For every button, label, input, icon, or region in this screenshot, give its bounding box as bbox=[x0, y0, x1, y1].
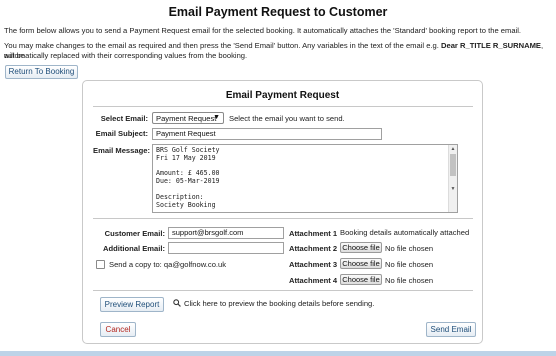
send-copy-checkbox[interactable] bbox=[96, 260, 105, 269]
additional-email-label: Additional Email: bbox=[102, 244, 165, 253]
attachment-4-label: Attachment 4 bbox=[289, 276, 338, 285]
attachment-3-label: Attachment 3 bbox=[289, 260, 338, 269]
panel-divider-middle bbox=[93, 218, 473, 219]
email-message-field[interactable]: BRS Golf Society Fri 17 May 2019 Amount:… bbox=[152, 144, 458, 213]
send-copy-label: Send a copy to: qa@golfnow.co.uk bbox=[109, 260, 227, 269]
scroll-down-icon[interactable]: ▼ bbox=[449, 185, 457, 193]
magnifier-icon bbox=[173, 299, 181, 309]
chevron-down-icon: ▼ bbox=[213, 114, 220, 121]
attachment-1-label: Attachment 1 bbox=[289, 229, 338, 238]
attachment-1-text: Booking details automatically attached bbox=[340, 228, 470, 237]
page-title: Email Payment Request to Customer bbox=[168, 5, 388, 19]
panel-divider-top bbox=[93, 106, 473, 107]
send-email-button[interactable]: Send Email bbox=[426, 322, 476, 337]
customer-email-field[interactable]: support@brsgolf.com bbox=[168, 227, 284, 239]
preview-hint: Click here to preview the booking detail… bbox=[184, 299, 375, 308]
customer-email-label: Customer Email: bbox=[104, 229, 165, 238]
return-to-booking-button[interactable]: Return To Booking bbox=[5, 65, 78, 79]
page-bottom-border bbox=[0, 351, 556, 356]
panel-title: Email Payment Request bbox=[225, 90, 340, 101]
intro-text-2a: You may make changes to the email as req… bbox=[4, 41, 441, 50]
attachment-3-choose-file-button[interactable]: Choose file bbox=[340, 258, 382, 269]
preview-report-button[interactable]: Preview Report bbox=[100, 297, 164, 312]
scrollbar-thumb[interactable] bbox=[450, 154, 456, 176]
panel-divider-lower bbox=[93, 290, 473, 291]
attachment-4-status: No file chosen bbox=[385, 276, 434, 285]
cancel-button[interactable]: Cancel bbox=[100, 322, 136, 337]
email-subject-field[interactable]: Payment Request bbox=[152, 128, 382, 140]
scroll-up-icon[interactable]: ▲ bbox=[449, 145, 457, 153]
additional-email-field[interactable] bbox=[168, 242, 284, 254]
intro-text-3: automatically replaced with their corres… bbox=[4, 51, 248, 60]
intro-variable-example: Dear R_TITLE R_SURNAME bbox=[441, 41, 542, 50]
message-scrollbar[interactable]: ▲ ▼ bbox=[448, 145, 457, 212]
email-message-label: Email Message: bbox=[93, 146, 150, 155]
email-message-text: BRS Golf Society Fri 17 May 2019 Amount:… bbox=[156, 146, 220, 209]
intro-text-1: The form below allows you to send a Paym… bbox=[4, 26, 522, 35]
email-payment-panel: Email Payment Request Select Email: Paym… bbox=[82, 80, 483, 344]
select-email-hint: Select the email you want to send. bbox=[229, 114, 345, 123]
select-email-label: Select Email: bbox=[100, 114, 148, 123]
select-email-value: Payment Request bbox=[156, 114, 217, 123]
email-subject-label: Email Subject: bbox=[95, 129, 148, 138]
attachment-3-status: No file chosen bbox=[385, 260, 434, 269]
attachment-2-choose-file-button[interactable]: Choose file bbox=[340, 242, 382, 253]
attachment-2-status: No file chosen bbox=[385, 244, 434, 253]
attachment-4-choose-file-button[interactable]: Choose file bbox=[340, 274, 382, 285]
attachment-2-label: Attachment 2 bbox=[289, 244, 338, 253]
select-email-dropdown[interactable]: Payment Request ▼ bbox=[152, 112, 224, 124]
